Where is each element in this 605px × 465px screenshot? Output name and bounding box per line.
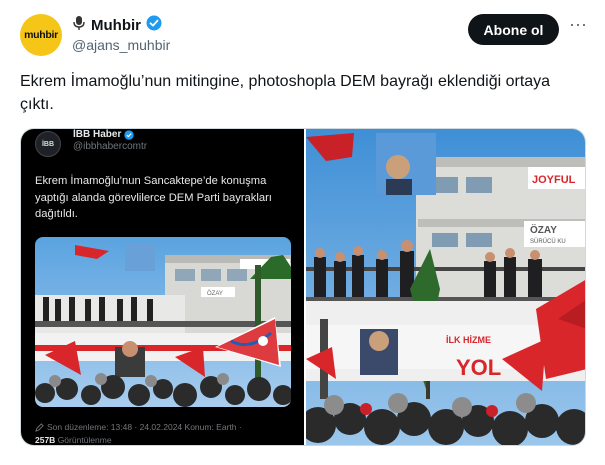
ibb-name-row: İBB Haber bbox=[73, 129, 135, 140]
follow-button[interactable]: Abone ol bbox=[468, 14, 559, 45]
ibb-meta-text: Son düzenleme: 13:48 · 24.02.2024 Konum:… bbox=[47, 422, 242, 432]
edit-pencil-icon bbox=[35, 422, 44, 432]
microphone-icon bbox=[72, 15, 86, 36]
account-name-row[interactable]: Muhbir bbox=[72, 15, 162, 36]
ibb-meta-line: Son düzenleme: 13:48 · 24.02.2024 Konum:… bbox=[35, 422, 242, 432]
ozay-sign-small: ÖZAY bbox=[207, 290, 223, 297]
more-icon[interactable]: ··· bbox=[567, 15, 589, 39]
tweet-media[interactable]: İBB İBB Haber @ibbhabercomtr Ekrem İmamo… bbox=[20, 128, 586, 446]
ibb-verified-icon bbox=[124, 129, 135, 140]
ibb-handle: @ibbhabercomtr bbox=[73, 141, 148, 152]
account-handle[interactable]: @ajans_muhbir bbox=[72, 37, 170, 53]
ibb-rally-photo: ÖZAY bbox=[35, 237, 291, 407]
joyful-sign: JOYFUL bbox=[532, 174, 576, 186]
ibb-avatar: İBB bbox=[35, 131, 61, 157]
ozay-sign: ÖZAY bbox=[530, 223, 557, 236]
hizmet-sign: İLK HİZME bbox=[446, 335, 491, 345]
tweet-text: Ekrem İmamoğlu’nun mitingine, photoshopl… bbox=[20, 73, 551, 113]
ibb-post-text: Ekrem İmamoğlu’nun Sancaktepe’de konuşma… bbox=[35, 175, 272, 220]
yol-sign: YOL bbox=[456, 355, 501, 380]
account-avatar[interactable]: muhbir bbox=[20, 14, 62, 56]
account-name[interactable]: Muhbir bbox=[91, 17, 141, 34]
ibb-views: 257B Görüntülenme bbox=[35, 435, 112, 445]
ibb-name: İBB Haber bbox=[73, 129, 122, 140]
verified-badge-icon bbox=[146, 15, 162, 36]
rally-photo[interactable]: JOYFUL ÖZAY SÜRÜCÜ KU İLK HİZME YOL bbox=[306, 129, 585, 445]
ibb-views-label: Görüntülenme bbox=[55, 435, 112, 445]
surucu-sign: SÜRÜCÜ KU bbox=[530, 238, 566, 245]
embedded-post-screenshot[interactable]: İBB İBB Haber @ibbhabercomtr Ekrem İmamo… bbox=[21, 129, 304, 445]
ibb-views-count: 257B bbox=[35, 435, 56, 445]
